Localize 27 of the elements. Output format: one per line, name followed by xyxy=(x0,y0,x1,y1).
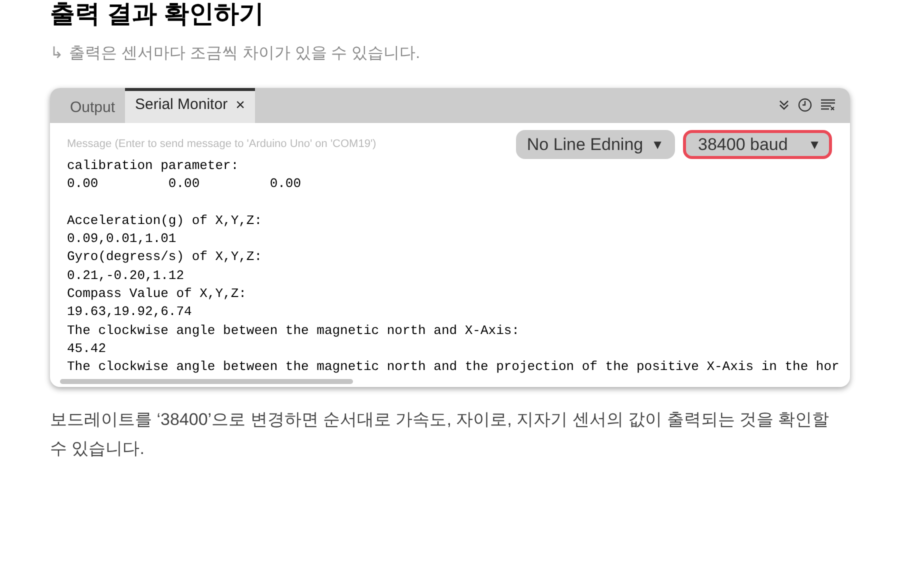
tab[interactable]: Output xyxy=(60,88,126,123)
double-chevron-down-icon[interactable] xyxy=(778,99,790,111)
serial-output-line: 0.00 0.00 0.00 xyxy=(67,175,302,194)
serial-output-line: The clockwise angle between the magnetic north and the projection of the positive X-Axis in the hor xyxy=(67,358,840,375)
serial-output-line: 0.09,0.01,1.01 xyxy=(67,230,176,248)
line-ending-dropdown[interactable]: No Line Edning ▼ xyxy=(516,130,675,159)
serial-output-line: The clockwise angle between the magnetic north and X-Axis: xyxy=(67,322,520,340)
clear-output-icon[interactable] xyxy=(820,99,836,111)
return-arrow-icon: ↳ xyxy=(50,42,63,66)
dropdown-caret-icon: ▼ xyxy=(651,134,664,154)
baud-rate-dropdown[interactable]: 38400 baud ▼ xyxy=(683,130,832,159)
serial-output-line: Compass Value of X,Y,Z: xyxy=(67,285,246,304)
serial-output-line: Acceleration(g) of X,Y,Z: xyxy=(67,212,262,230)
dropdown-caret-icon: ▼ xyxy=(808,134,821,154)
serial-output-line: 0.21,-0.20,1.12 xyxy=(67,266,184,285)
serial-output-line: 45.42 xyxy=(67,340,106,358)
serial-output-line: calibration parameter: xyxy=(67,157,239,175)
note-text: 출력은 센서마다 조금씩 차이가 있을 수 있습니다. xyxy=(69,44,420,64)
serial-output-line: Gyro(degress/s) of X,Y,Z: xyxy=(67,248,262,266)
clock-icon[interactable] xyxy=(798,98,812,112)
horizontal-scrollbar[interactable] xyxy=(60,378,353,384)
serial-output-line: 19.63,19.92,6.74 xyxy=(67,303,192,322)
tab[interactable]: Serial Monitor × xyxy=(125,88,255,123)
description-paragraph: 보드레이트를 ‘38400’으로 변경하면 순서대로 가속도, 자이로, 지자기 센서의 값이 출력되는 것을 확인할 수 있습니다. xyxy=(50,409,830,460)
message-input-field[interactable]: Message (Enter to send message to 'Arduino Uno' on 'COM19') xyxy=(67,136,516,153)
close-icon[interactable]: × xyxy=(236,94,245,118)
section-heading: 출력 결과 확인하기 xyxy=(50,0,265,30)
